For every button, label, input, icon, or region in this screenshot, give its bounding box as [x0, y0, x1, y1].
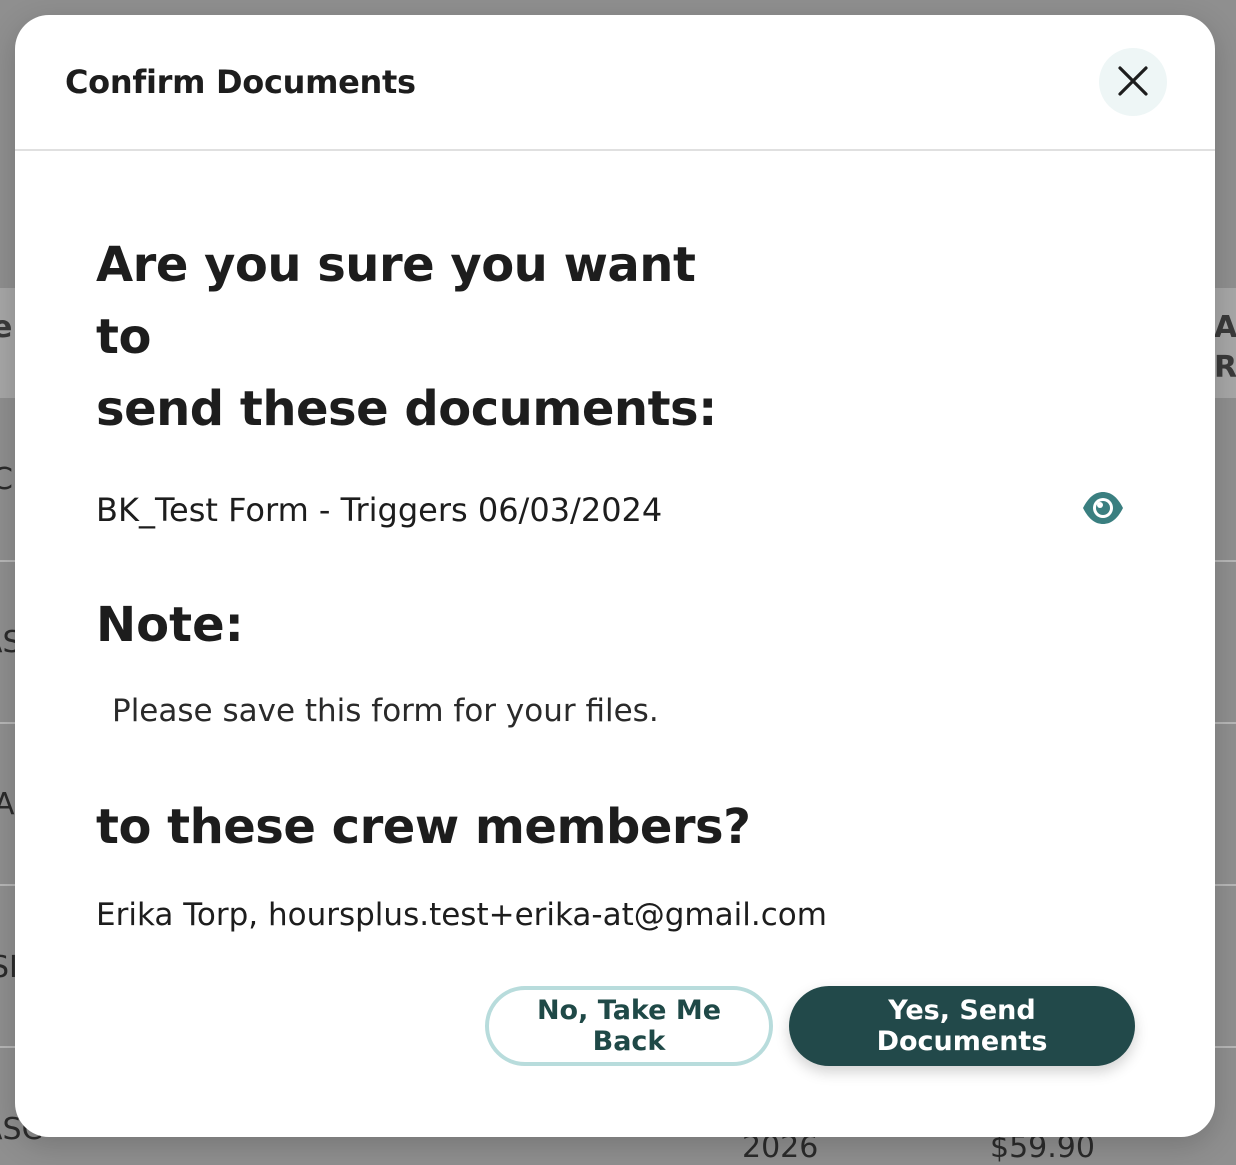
note-text: Please save this form for your files.: [112, 693, 659, 729]
document-name: BK_Test Form - Triggers 06/03/2024: [96, 491, 663, 529]
take-me-back-button[interactable]: No, Take Me Back: [485, 986, 773, 1066]
close-button[interactable]: [1099, 48, 1167, 116]
document-row: BK_Test Form - Triggers 06/03/2024: [96, 487, 1126, 533]
background-text: AI: [1214, 310, 1236, 345]
background-text: e: [0, 310, 13, 345]
crew-heading: to these crew members?: [96, 799, 751, 855]
send-documents-button[interactable]: Yes, Send Documents: [789, 986, 1135, 1066]
confirm-documents-dialog: Confirm Documents Are you sure you want …: [15, 15, 1215, 1137]
dialog-body: Are you sure you want to send these docu…: [96, 229, 1136, 933]
close-icon: [1118, 65, 1148, 99]
note-heading: Note:: [96, 597, 244, 653]
background-text: Re: [1214, 350, 1236, 385]
view-document-button[interactable]: [1080, 487, 1126, 533]
confirm-question-line: send these documents:: [96, 381, 717, 437]
background-text: C: [0, 462, 13, 497]
crew-members-list: Erika Torp, hoursplus.test+erika-at@gmai…: [96, 897, 827, 933]
confirm-question-line: Are you sure you want to: [96, 237, 696, 365]
eye-icon: [1082, 491, 1124, 529]
dialog-title: Confirm Documents: [65, 63, 416, 101]
background-text: A: [0, 787, 15, 822]
dialog-actions: No, Take Me Back Yes, Send Documents: [485, 986, 1135, 1066]
confirm-question: Are you sure you want to send these docu…: [96, 229, 736, 445]
dialog-header: Confirm Documents: [15, 15, 1215, 151]
